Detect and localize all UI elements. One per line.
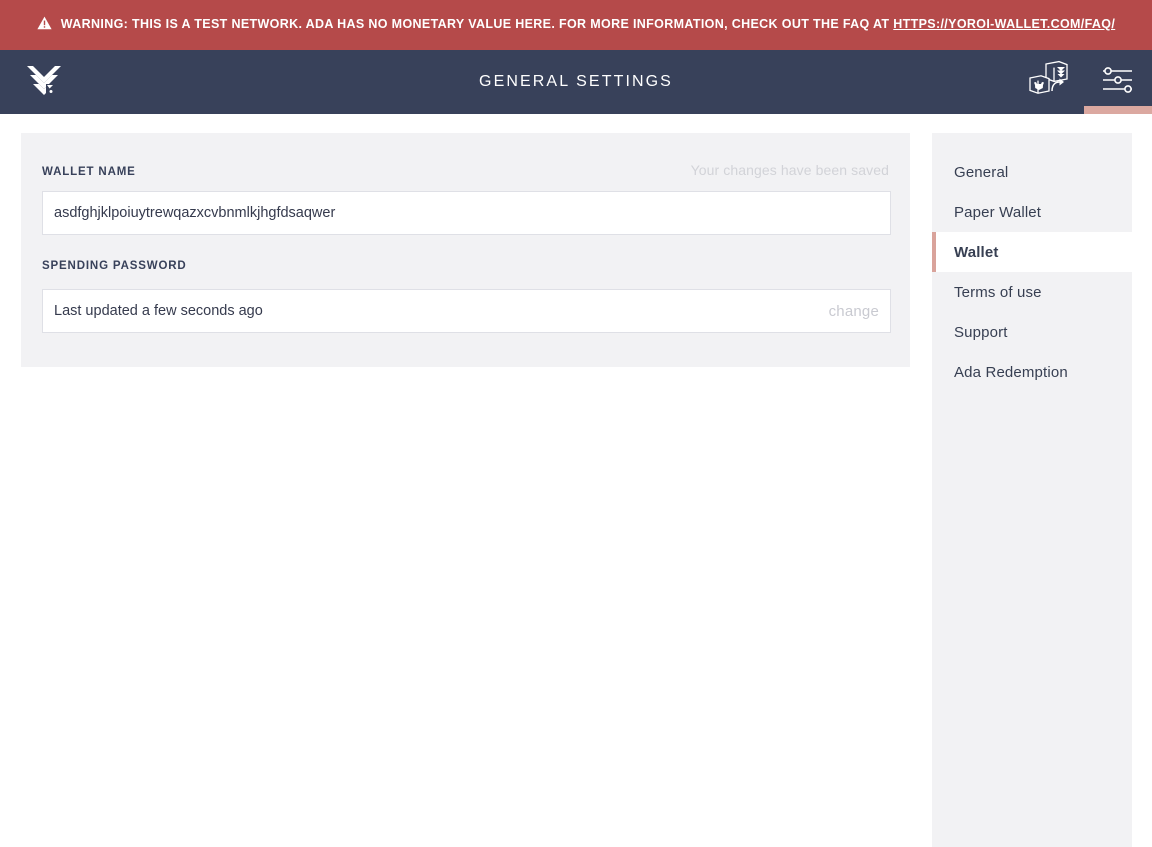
menu-item-label: Support xyxy=(954,323,1008,341)
menu-item-label: Wallet xyxy=(954,243,999,261)
top-app-bar: GENERAL SETTINGS xyxy=(0,50,1152,114)
spending-password-row[interactable]: Last updated a few seconds ago change xyxy=(42,289,891,333)
menu-item-label: Terms of use xyxy=(954,283,1042,301)
wallet-switch-icon xyxy=(1026,58,1074,107)
settings-button[interactable] xyxy=(1084,50,1152,114)
spending-password-status: Last updated a few seconds ago xyxy=(54,303,263,319)
switch-wallet-button[interactable] xyxy=(1016,50,1084,114)
wallet-name-input[interactable] xyxy=(42,191,891,235)
page-body: WALLET NAME Your changes have been saved… xyxy=(0,114,1152,847)
wallet-settings-card: WALLET NAME Your changes have been saved… xyxy=(21,133,910,367)
menu-item-wallet[interactable]: Wallet xyxy=(932,232,1132,272)
changes-saved-message: Your changes have been saved xyxy=(690,162,889,178)
wallet-name-label: WALLET NAME xyxy=(42,166,136,178)
faq-link[interactable]: HTTPS://YOROI-WALLET.COM/FAQ/ xyxy=(893,17,1115,31)
wallet-name-field-header: WALLET NAME Your changes have been saved xyxy=(42,162,889,182)
menu-item-label: Ada Redemption xyxy=(954,363,1068,381)
menu-item-general[interactable]: General xyxy=(932,152,1132,192)
test-network-warning-banner: WARNING: THIS IS A TEST NETWORK. ADA HAS… xyxy=(0,0,1152,50)
menu-item-label: General xyxy=(954,163,1009,181)
change-password-button[interactable]: change xyxy=(829,303,879,320)
warning-banner-text: WARNING: THIS IS A TEST NETWORK. ADA HAS… xyxy=(60,16,894,31)
page-title: GENERAL SETTINGS xyxy=(479,73,673,90)
menu-item-paper-wallet[interactable]: Paper Wallet xyxy=(932,192,1132,232)
menu-item-terms-of-use[interactable]: Terms of use xyxy=(932,272,1132,312)
menu-item-ada-redemption[interactable]: Ada Redemption xyxy=(932,352,1132,392)
spending-password-field-header: SPENDING PASSWORD xyxy=(42,260,889,280)
settings-menu: General Paper Wallet Wallet Terms of use… xyxy=(932,133,1132,847)
menu-item-support[interactable]: Support xyxy=(932,312,1132,352)
spending-password-label: SPENDING PASSWORD xyxy=(42,260,187,272)
spending-password-block: SPENDING PASSWORD Last updated a few sec… xyxy=(42,260,891,333)
warning-banner-content: WARNING: THIS IS A TEST NETWORK. ADA HAS… xyxy=(37,14,1115,37)
settings-sliders-icon xyxy=(1101,66,1135,99)
topbar-actions xyxy=(1016,50,1152,114)
warning-triangle-icon xyxy=(37,16,52,37)
menu-item-label: Paper Wallet xyxy=(954,203,1042,221)
